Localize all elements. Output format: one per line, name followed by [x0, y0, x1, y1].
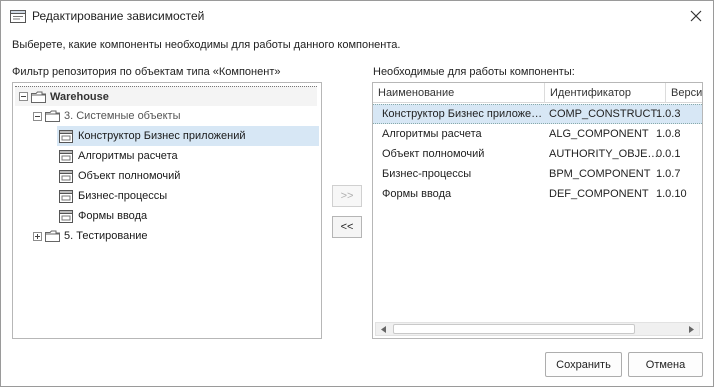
- cell-version: 1.0.8: [656, 128, 681, 140]
- table-row[interactable]: Формы ввода DEF_COMPONENT 1.0.10: [373, 184, 702, 204]
- table-row[interactable]: Конструктор Бизнес приложений COMP_CONST…: [373, 104, 702, 124]
- repository-filter-label: Фильтр репозитория по объектам типа «Ком…: [12, 66, 281, 78]
- tree-item-business-processes[interactable]: Бизнес-процессы: [59, 186, 317, 206]
- component-icon: [59, 169, 73, 183]
- cell-id: BPM_COMPONENT: [549, 168, 651, 180]
- close-icon: [690, 10, 702, 22]
- title-bar: Редактирование зависимостей: [1, 1, 713, 32]
- scroll-right-icon: [689, 325, 694, 333]
- tree-item-system-objects[interactable]: 3. Системные объекты: [33, 106, 317, 126]
- tree-item-testing[interactable]: 5. Тестирование: [33, 226, 317, 246]
- column-header-id[interactable]: Идентификатор: [544, 83, 665, 103]
- cell-name: Конструктор Бизнес приложений: [382, 108, 544, 120]
- repository-tree[interactable]: Warehouse 3. Системные объекты Конструкт…: [12, 82, 322, 339]
- edit-dependencies-dialog: Редактирование зависимостей Выберете, ка…: [0, 0, 714, 387]
- cell-id: DEF_COMPONENT: [549, 188, 649, 200]
- save-button[interactable]: Сохранить: [545, 352, 622, 377]
- cell-version: 1.0.10: [656, 188, 687, 200]
- folder-icon: [31, 91, 46, 103]
- cell-version: 1.0.7: [656, 168, 681, 180]
- table-row[interactable]: Алгоритмы расчета ALG_COMPONENT 1.0.8: [373, 124, 702, 144]
- scroll-left-button[interactable]: [377, 323, 391, 335]
- expand-toggle-icon[interactable]: [33, 231, 42, 241]
- tree-item-label: 5. Тестирование: [64, 230, 148, 242]
- tree-item-label: Формы ввода: [78, 210, 148, 222]
- component-icon: [59, 149, 73, 163]
- component-icon: [59, 189, 73, 203]
- cell-name: Формы ввода: [382, 188, 452, 200]
- scroll-left-icon: [381, 325, 386, 333]
- add-dependency-button[interactable]: >>: [332, 185, 362, 207]
- cancel-button[interactable]: Отмена: [628, 352, 703, 377]
- collapse-toggle-icon[interactable]: [19, 92, 28, 101]
- tree-item-label: Объект полномочий: [78, 170, 181, 182]
- folder-icon: [45, 230, 60, 242]
- cell-version: 1.0.3: [656, 108, 681, 120]
- close-button[interactable]: [685, 5, 707, 27]
- tree-item-authority-object[interactable]: Объект полномочий: [59, 166, 317, 186]
- tree-item-warehouse[interactable]: Warehouse: [15, 86, 317, 106]
- tree-item-label: Бизнес-процессы: [78, 190, 168, 202]
- scrollbar-thumb[interactable]: [393, 324, 635, 334]
- column-header-name[interactable]: Наименование: [373, 83, 544, 103]
- column-header-version[interactable]: Версия: [665, 83, 702, 103]
- tree-item-label: Алгоритмы расчета: [78, 150, 178, 162]
- remove-dependency-button[interactable]: <<: [332, 216, 362, 238]
- cell-name: Объект полномочий: [382, 148, 485, 160]
- cell-id: ALG_COMPONENT: [549, 128, 649, 140]
- grid-header: Наименование Идентификатор Версия: [373, 83, 702, 103]
- tree-item-label: 3. Системные объекты: [64, 110, 181, 122]
- table-row[interactable]: Бизнес-процессы BPM_COMPONENT 1.0.7: [373, 164, 702, 184]
- scroll-right-button[interactable]: [684, 323, 698, 335]
- cell-id: COMP_CONSTRUCT: [549, 108, 658, 120]
- horizontal-scrollbar[interactable]: [375, 322, 700, 336]
- tree-item-label: Warehouse: [50, 90, 109, 103]
- cell-id: AUTHORITY_OBJECT_COMPONENT: [549, 148, 665, 160]
- required-components-grid[interactable]: Наименование Идентификатор Версия Констр…: [372, 82, 703, 339]
- dialog-window-icon: [10, 10, 26, 23]
- collapse-toggle-icon[interactable]: [33, 111, 42, 121]
- tree-item-input-forms[interactable]: Формы ввода: [59, 206, 317, 226]
- component-icon: [59, 209, 73, 223]
- tree-item-business-app-constructor[interactable]: Конструктор Бизнес приложений: [57, 126, 319, 146]
- cell-version: 0.0.1: [656, 148, 681, 160]
- tree-item-label: Конструктор Бизнес приложений: [78, 130, 246, 142]
- required-components-label: Необходимые для работы компоненты:: [373, 66, 575, 78]
- cell-name: Алгоритмы расчета: [382, 128, 482, 140]
- table-row[interactable]: Объект полномочий AUTHORITY_OBJECT_COMPO…: [373, 144, 702, 164]
- instruction-text: Выберете, какие компоненты необходимы дл…: [12, 39, 401, 51]
- window-title: Редактирование зависимостей: [32, 9, 205, 23]
- cell-name: Бизнес-процессы: [382, 168, 472, 180]
- tree-item-calc-algorithms[interactable]: Алгоритмы расчета: [59, 146, 317, 166]
- component-icon: [59, 129, 73, 143]
- folder-icon: [45, 110, 60, 122]
